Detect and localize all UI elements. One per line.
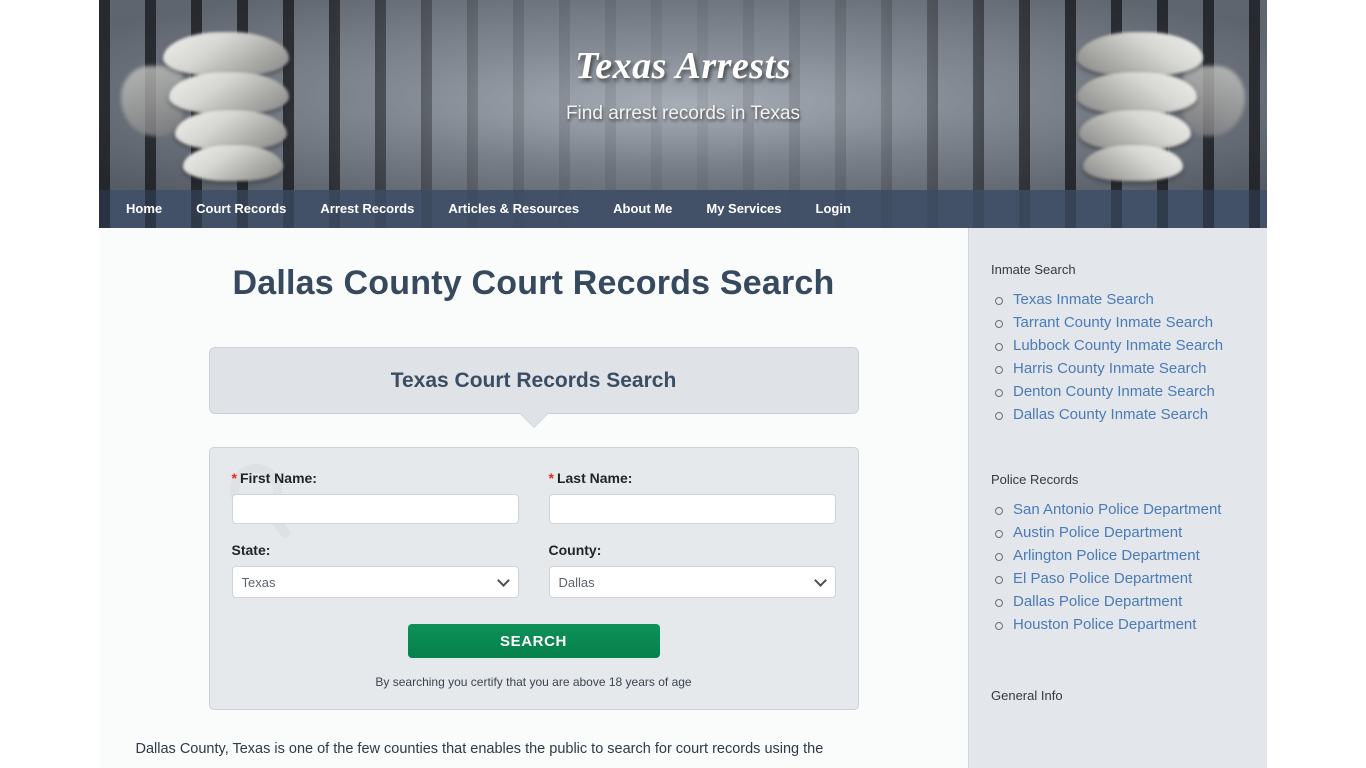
field-spacer bbox=[549, 524, 836, 542]
sidebar-link-tarrant-county-inmate-search[interactable]: Tarrant County Inmate Search bbox=[1013, 314, 1213, 331]
search-widget-header: Texas Court Records Search bbox=[208, 347, 859, 427]
list-item: Denton County Inmate Search bbox=[995, 383, 1267, 401]
sidebar-link-texas-inmate-search[interactable]: Texas Inmate Search bbox=[1013, 291, 1154, 308]
search-form: * First Name: * Last Name: State: Texas … bbox=[208, 447, 859, 710]
county-label: County: bbox=[548, 542, 602, 558]
state-select[interactable]: Texas bbox=[231, 566, 519, 598]
page-root: Texas Arrests Find arrest records in Tex… bbox=[0, 0, 1366, 768]
list-item: San Antonio Police Department bbox=[995, 501, 1267, 519]
site-tagline: Find arrest records in Texas bbox=[565, 103, 801, 124]
last-name-field-group: * Last Name: bbox=[548, 470, 836, 524]
state-select-wrapper: Texas bbox=[231, 566, 519, 598]
list-item: Dallas Police Department bbox=[995, 593, 1267, 611]
last-name-label-text: Last Name: bbox=[556, 470, 633, 486]
sidebar: Inmate Search Texas Inmate Search Tarran… bbox=[968, 228, 1267, 768]
nav-item-court-records[interactable]: Court Records bbox=[179, 190, 303, 228]
sidebar-link-denton-county-inmate-search[interactable]: Denton County Inmate Search bbox=[1013, 383, 1215, 400]
nav-item-about-me[interactable]: About Me bbox=[596, 190, 689, 228]
sidebar-list-inmate-search: Texas Inmate Search Tarrant County Inmat… bbox=[991, 291, 1267, 424]
nav-item-arrest-records[interactable]: Arrest Records bbox=[303, 190, 431, 228]
county-field-group: County: Dallas bbox=[548, 542, 836, 598]
site-banner: Texas Arrests Find arrest records in Tex… bbox=[99, 0, 1267, 190]
main-navigation: Home Court Records Arrest Records Articl… bbox=[99, 190, 1267, 228]
site-container: Texas Arrests Find arrest records in Tex… bbox=[99, 0, 1267, 768]
county-select[interactable]: Dallas bbox=[548, 566, 836, 598]
search-widget-title: Texas Court Records Search bbox=[390, 368, 677, 392]
sidebar-link-arlington-police-department[interactable]: Arlington Police Department bbox=[1013, 547, 1200, 564]
search-button[interactable]: SEARCH bbox=[407, 624, 660, 658]
required-marker: * bbox=[231, 470, 237, 486]
list-item: Harris County Inmate Search bbox=[995, 360, 1267, 378]
list-item: Arlington Police Department bbox=[995, 547, 1267, 565]
last-name-label: * Last Name: bbox=[549, 470, 836, 486]
field-spacer bbox=[232, 524, 519, 542]
list-item: Lubbock County Inmate Search bbox=[995, 337, 1267, 355]
nav-item-articles-resources[interactable]: Articles & Resources bbox=[431, 190, 596, 228]
list-item: Houston Police Department bbox=[995, 616, 1267, 634]
list-item: Dallas County Inmate Search bbox=[995, 406, 1267, 424]
age-disclaimer: By searching you certify that you are ab… bbox=[375, 675, 692, 689]
sidebar-link-dallas-county-inmate-search[interactable]: Dallas County Inmate Search bbox=[1013, 406, 1208, 423]
list-item: Tarrant County Inmate Search bbox=[995, 314, 1267, 332]
nav-item-home[interactable]: Home bbox=[109, 190, 179, 228]
sidebar-heading-police-records: Police Records bbox=[991, 472, 1079, 487]
main-content: Dallas County Court Records Search Texas… bbox=[99, 228, 968, 768]
county-select-wrapper: Dallas bbox=[548, 566, 836, 598]
intro-paragraph: Dallas County, Texas is one of the few c… bbox=[135, 741, 824, 757]
submit-row: SEARCH bbox=[232, 624, 836, 658]
sidebar-heading-inmate-search: Inmate Search bbox=[991, 262, 1076, 277]
sidebar-link-lubbock-county-inmate-search[interactable]: Lubbock County Inmate Search bbox=[1013, 337, 1223, 354]
sidebar-link-san-antonio-police-department[interactable]: San Antonio Police Department bbox=[1013, 501, 1221, 518]
list-item: El Paso Police Department bbox=[995, 570, 1267, 588]
list-item: Austin Police Department bbox=[995, 524, 1267, 542]
list-item: Texas Inmate Search bbox=[995, 291, 1267, 309]
sidebar-link-austin-police-department[interactable]: Austin Police Department bbox=[1013, 524, 1182, 541]
sidebar-heading-general-info: General Info bbox=[991, 688, 1063, 703]
required-marker: * bbox=[548, 470, 554, 486]
sidebar-link-el-paso-police-department[interactable]: El Paso Police Department bbox=[1013, 570, 1192, 587]
sidebar-link-dallas-police-department[interactable]: Dallas Police Department bbox=[1013, 593, 1182, 610]
content-columns: Dallas County Court Records Search Texas… bbox=[99, 228, 1267, 768]
sidebar-list-police-records: San Antonio Police Department Austin Pol… bbox=[991, 501, 1267, 634]
callout-arrow-icon bbox=[519, 413, 548, 427]
search-widget: Texas Court Records Search *First Name: bbox=[208, 347, 859, 710]
nav-item-login[interactable]: Login bbox=[799, 190, 868, 228]
last-name-input[interactable] bbox=[548, 494, 836, 524]
sidebar-link-harris-county-inmate-search[interactable]: Harris County Inmate Search bbox=[1013, 360, 1206, 377]
first-name-label: * First Name: bbox=[232, 470, 519, 486]
first-name-input[interactable] bbox=[231, 494, 519, 524]
banner-text-block: Texas Arrests Find arrest records in Tex… bbox=[99, 44, 1267, 125]
nav-item-my-services[interactable]: My Services bbox=[689, 190, 798, 228]
state-field-group: State: Texas bbox=[231, 542, 519, 598]
sidebar-link-houston-police-department[interactable]: Houston Police Department bbox=[1013, 616, 1196, 633]
form-field-grid: * First Name: * Last Name: State: Texas … bbox=[231, 470, 836, 598]
first-name-field-group: * First Name: bbox=[231, 470, 519, 524]
knuckle-shape bbox=[1083, 145, 1183, 181]
site-title: Texas Arrests bbox=[575, 45, 791, 87]
first-name-label-text: First Name: bbox=[239, 470, 317, 486]
page-title: Dallas County Court Records Search bbox=[232, 264, 835, 302]
state-label: State: bbox=[231, 542, 271, 558]
knuckle-shape bbox=[183, 145, 283, 181]
